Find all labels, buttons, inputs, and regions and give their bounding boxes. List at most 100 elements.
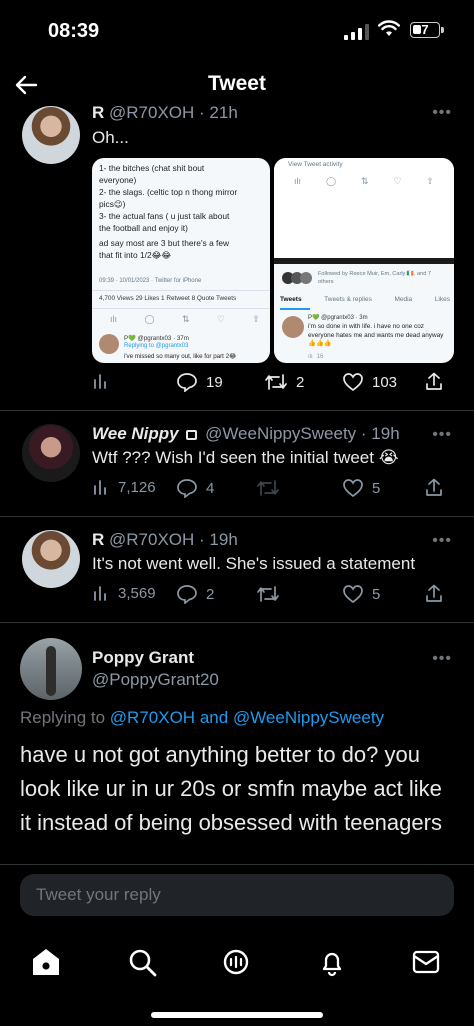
avatar[interactable] [20,638,82,700]
reply-input[interactable]: Tweet your reply [20,874,454,916]
retweet-button[interactable]: 2 [264,372,304,392]
avatar[interactable] [22,530,80,588]
author-handle: @R70XOH · 19h [109,530,238,549]
status-time: 08:39 [48,20,100,42]
reply-count: 2 [206,585,215,603]
profile-tab: Media [394,296,413,303]
tweet-text: It's not went well. She's issued a state… [92,554,416,573]
home-icon[interactable] [26,942,66,982]
image-text-line: ad say most are 3 but there's a few [99,238,230,248]
reply-button[interactable]: 2 [176,584,214,604]
author-name: Wee Nippy [92,424,179,443]
image-text-line: everyone) [99,175,137,185]
retweet-count: 2 [296,373,305,391]
image-action-icons: ılı ◯ ⇅ ♡ ⇧ [110,314,260,324]
share-button[interactable] [424,478,444,498]
more-icon[interactable]: ••• [432,104,452,122]
battery-icon: 7 [410,22,444,38]
image-text-line: 3- the actual fans ( u just talk about [99,211,230,221]
image-reply-text: i've missed so many out, like for part 2… [124,353,237,360]
share-button[interactable] [424,584,444,604]
share-icon [426,372,442,390]
more-icon[interactable]: ••• [432,650,452,668]
retweet-button [256,478,280,498]
share-button[interactable] [424,372,444,392]
reply-button[interactable]: 19 [176,372,223,392]
heart-icon [343,585,363,604]
tweet-author-line[interactable]: R @R70XOH · 19h [92,530,238,550]
heart-icon [343,373,363,392]
tweet-image-screenshot[interactable]: 1- the bitches (chat shit bout everyone)… [92,158,270,363]
author-name: R [92,103,105,122]
tweet-author-line[interactable]: R @R70XOH · 21h [92,103,238,123]
profile-tab: Tweets & replies [324,296,372,303]
like-count: 5 [372,479,381,497]
more-icon[interactable]: ••• [432,426,452,444]
image-text-line: 2- the slags. (celtic top n thong mirror [99,187,238,197]
views-button[interactable]: 7,126 [92,478,156,496]
page-title: Tweet [208,72,266,95]
author-name: R [92,530,105,549]
views-button[interactable]: 3,569 [92,584,156,602]
views-icon [94,480,106,495]
like-button[interactable]: 5 [342,478,380,498]
reply-icon [177,373,197,392]
status-bar: 08:39 7 [0,0,474,60]
main-author-handle[interactable]: @PoppyGrant20 [92,670,219,690]
views-icon [94,586,106,601]
lock-icon [186,430,198,440]
tweet-actions: 7,126 4 5 [92,478,462,504]
author-handle: @WeeNippySweety · 19h [205,424,400,443]
mention-link[interactable]: @R70XOH [110,708,195,727]
views-count: 3,569 [118,584,156,602]
share-icon [426,584,442,602]
profile-tab: Tweets [280,296,302,303]
like-button[interactable]: 5 [342,584,380,604]
followed-by-text: Followed by Reece Muir, Em, Carly 🇮🇪, an… [318,271,431,285]
heart-icon [343,479,363,498]
mention-link[interactable]: @WeeNippySweety [233,708,384,727]
image-reply-to: Replying to @pgrantx03 [124,343,189,349]
avatar[interactable] [22,106,80,164]
tweet-image-profile[interactable]: View Tweet activity ılı ◯ ⇅ ♡ ⇧ Followed by … [274,158,454,363]
tweet-text: Oh... [92,128,129,147]
signal-icon [344,24,369,40]
image-reply-user: P💚 @pgrantx03 · 37m [124,335,189,342]
more-icon[interactable]: ••• [432,532,452,550]
image-text-line: that fit into 1/2😂😂 [99,250,172,260]
image-stats: 4,700 Views 29 Likes 1 Retweet 8 Quote T… [99,295,237,302]
reply-button[interactable]: 4 [176,478,214,498]
search-icon[interactable] [122,942,162,982]
divider [0,864,474,865]
retweet-button[interactable] [256,584,280,604]
views-button[interactable] [92,372,110,390]
image-text-line: the football and enjoy it) [99,223,188,233]
messages-icon[interactable] [406,942,446,982]
main-tweet-text: have u not got anything better to do? yo… [20,742,442,835]
tweet-actions: 3,569 2 5 [92,584,462,610]
divider [0,410,474,411]
retweet-icon [265,374,287,390]
divider [0,622,474,623]
profile-tab: Likes [434,296,450,303]
retweet-icon [257,480,279,496]
main-author-name[interactable]: Poppy Grant [92,648,194,668]
tweet-author-line[interactable]: Wee Nippy @WeeNippySweety · 19h [92,424,400,444]
replying-to-line: Replying to @R70XOH and @WeeNippySweety [20,708,384,728]
like-count: 5 [372,585,381,603]
image-text-line: 1- the bitches (chat shit bout [99,163,205,173]
views-icon [94,374,106,389]
image-text-line: pics😉) [99,199,126,209]
notifications-icon[interactable] [312,942,352,982]
replying-to-label: Replying to [20,708,106,727]
image-count: 16 [316,354,324,360]
reply-count: 4 [206,479,215,497]
profile-tabs: Tweets Tweets & replies Media Likes [280,296,450,303]
avatar[interactable] [22,424,80,482]
tweet-actions: 19 2 103 [92,372,462,398]
author-handle: @R70XOH · 21h [109,103,238,122]
spaces-icon[interactable] [216,942,256,982]
like-button[interactable]: 103 [342,372,397,392]
divider [0,516,474,517]
image-user: P💚 @pgrantx03 · 3m [308,315,368,321]
